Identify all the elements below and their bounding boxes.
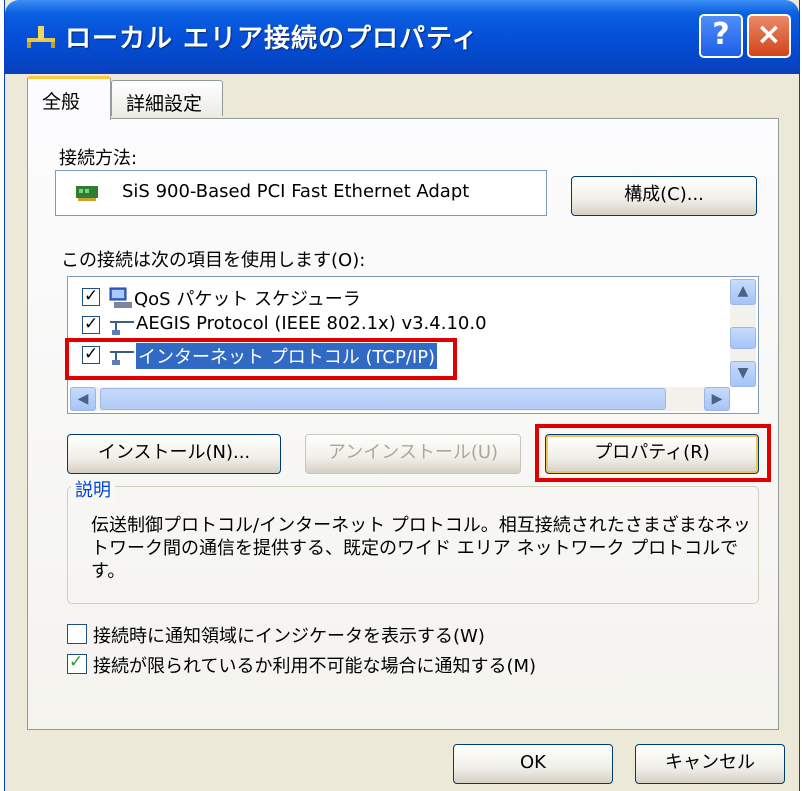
install-button[interactable]: インストール(N)... bbox=[67, 434, 281, 474]
scroll-right-icon[interactable]: ▶ bbox=[704, 387, 730, 411]
highlight-tcpip bbox=[65, 338, 457, 380]
connect-using-label: 接続方法: bbox=[59, 148, 138, 169]
check-mark-icon: ✓ bbox=[84, 286, 99, 306]
item-label: AEGIS Protocol (IEEE 802.1x) v3.4.10.0 bbox=[136, 313, 487, 334]
scroll-up-icon[interactable]: ▲ bbox=[730, 279, 756, 305]
network-connection-icon bbox=[27, 26, 55, 48]
scroll-left-icon[interactable]: ◀ bbox=[70, 387, 96, 411]
vertical-scrollbar[interactable]: ▲ ▼ bbox=[730, 279, 756, 387]
item-checkbox[interactable]: ✓ bbox=[82, 314, 100, 334]
option-label: 接続が限られているか利用不可能な場合に通知する(M) bbox=[93, 656, 537, 677]
scroll-thumb[interactable] bbox=[100, 388, 666, 410]
description-title: 説明 bbox=[71, 476, 115, 502]
uninstall-button[interactable]: アンインストール(U) bbox=[305, 434, 521, 474]
tab-general[interactable]: 全般 bbox=[27, 76, 111, 120]
help-button[interactable]: ? bbox=[699, 14, 743, 58]
items-label: この接続は次の項目を使用します(O): bbox=[61, 250, 366, 271]
window-title: ローカル エリア接続のプロパティ bbox=[65, 24, 479, 54]
adapter-field: SiS 900-Based PCI Fast Ethernet Adapt bbox=[55, 170, 547, 216]
horizontal-scrollbar[interactable]: ◀ ▶ bbox=[70, 387, 730, 411]
option-checkbox[interactable]: ✓ bbox=[67, 652, 87, 674]
protocol-icon bbox=[110, 321, 134, 335]
scroll-thumb[interactable] bbox=[730, 327, 756, 349]
close-button[interactable]: × bbox=[747, 14, 791, 58]
description-text: 伝送制御プロトコル/インターネット プロトコル。相互接続されたさまざまなネットワ… bbox=[91, 515, 751, 582]
option-checkbox[interactable] bbox=[67, 624, 87, 644]
item-label: QoS パケット スケジューラ bbox=[134, 289, 361, 310]
cancel-button[interactable]: キャンセル bbox=[635, 744, 785, 784]
check-mark-icon: ✓ bbox=[84, 314, 99, 334]
tab-advanced[interactable]: 詳細設定 bbox=[111, 80, 223, 116]
properties-dialog: ローカル エリア接続のプロパティ ? × 全般 詳細設定 接続方法: SiS 9… bbox=[4, 0, 800, 791]
scroll-down-icon[interactable]: ▼ bbox=[730, 361, 756, 387]
check-mark-icon: ✓ bbox=[69, 652, 84, 672]
adapter-name: SiS 900-Based PCI Fast Ethernet Adapt bbox=[122, 181, 470, 202]
ok-button[interactable]: OK bbox=[453, 744, 613, 784]
option-label: 接続時に通知領域にインジケータを表示する(W) bbox=[93, 626, 485, 647]
network-adapter-icon bbox=[76, 186, 98, 201]
scheduler-icon bbox=[109, 287, 132, 308]
configure-button[interactable]: 構成(C)... bbox=[571, 176, 757, 216]
highlight-properties bbox=[535, 424, 771, 482]
item-checkbox[interactable]: ✓ bbox=[82, 286, 100, 306]
title-bar[interactable]: ローカル エリア接続のプロパティ ? × bbox=[5, 0, 799, 74]
